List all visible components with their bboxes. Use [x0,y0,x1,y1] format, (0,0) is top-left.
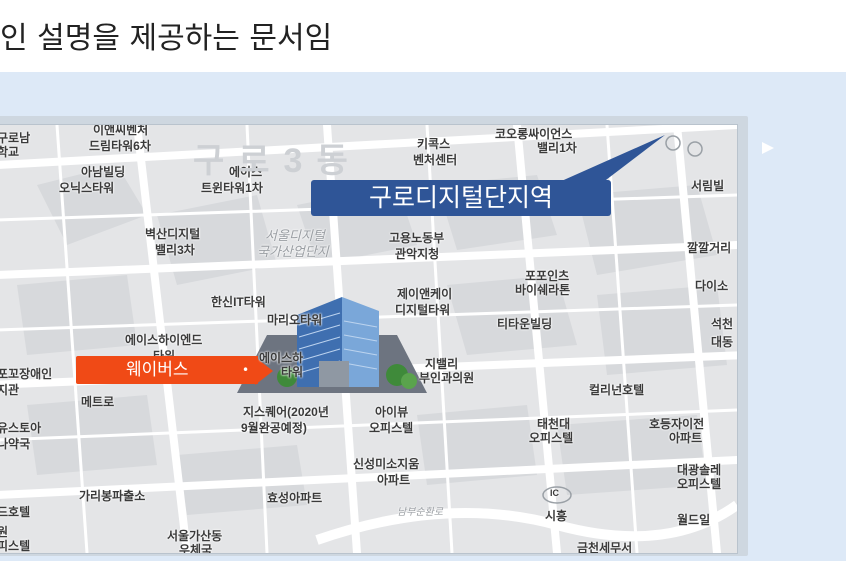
map-label: 키콕스 [417,137,451,151]
page-heading: 인 설명을 제공하는 문서임 [0,21,333,56]
station-callout: 구로디지털단지역 [311,180,611,216]
map-label: 부인과의원 [419,371,475,385]
map-label: 관악지청 [395,247,440,261]
map-label: 벽산디지털 [145,227,201,241]
map-label: 다이소 [695,279,729,293]
map-label: 제이앤케이 [397,287,453,301]
map-label: 월드일 [677,513,711,527]
map-label: 티타운빌딩 [497,317,553,331]
map-label: 오닉스타워 [59,181,115,195]
map-label: 오피스텔 [369,421,414,435]
map-label: 9월완공예정) [241,421,307,435]
map-label: 효성아파트 [267,491,323,505]
map-label: 석천 [711,317,734,331]
company-callout: 웨이버스 • [76,356,258,384]
map-label: IC [550,488,559,498]
map-label: 대동 [711,335,734,349]
map-label: 에이스하이엔드 [125,333,203,347]
map-district-label: 구로3동 [193,142,362,180]
map-label: 유스토아 [0,421,42,435]
map-label: 드림타워6차 [89,139,151,153]
map-label: 아파트 [669,431,703,445]
map-label: 밸리1차 [537,141,577,155]
map-label: 드호텔 [0,505,31,519]
map-label: 시흥 [545,509,568,523]
bullet-icon: • [242,363,250,377]
map-label: 컬리넌호텔 [589,383,645,397]
map-label: 바이쉐라톤 [515,283,571,297]
map-label: 오피스텔 [529,431,574,445]
map-label: 깔깔거리 [687,241,732,255]
map-label: 국가산업단지 [257,244,329,259]
map-label: 아파트 [377,473,411,487]
map-label: 피스텔 [0,539,31,553]
map-label: 지관 [0,383,20,397]
map-label: 나약국 [0,437,31,451]
map-label: 우체국 [179,543,213,554]
map-label: 타워 [281,365,304,379]
map-label: 가리봉파출소 [79,489,146,503]
map-label: 고용노동부 [389,231,445,245]
map-road-label: 남부순환로 [397,507,443,518]
map-label: 벤처센터 [413,153,458,167]
map-label: 마리오타워 [267,313,323,327]
map-label: 금천세무서 [577,541,633,554]
map-label: 이앤씨벤처 [93,124,149,137]
map-label: 학교 [0,145,20,159]
map-label: 오피스텔 [677,477,722,491]
map-label: 디지털타워 [395,303,451,317]
map-label: 밸리3차 [155,243,195,257]
map-label: 포꼬장애인 [0,367,53,381]
map-label: 서림빌 [691,179,725,193]
map-label: 한신IT타워 [211,295,266,309]
map-label: 아이뷰 [375,405,409,419]
company-name: 웨이버스 [126,360,189,380]
map-label: 메트로 [81,395,115,409]
map-label: 지스퀘어(2020년 [243,405,329,419]
map-label: 아남빌딩 [81,165,126,179]
map-label: 신성미소지움 [353,457,420,471]
next-arrow-icon[interactable] [762,142,774,154]
